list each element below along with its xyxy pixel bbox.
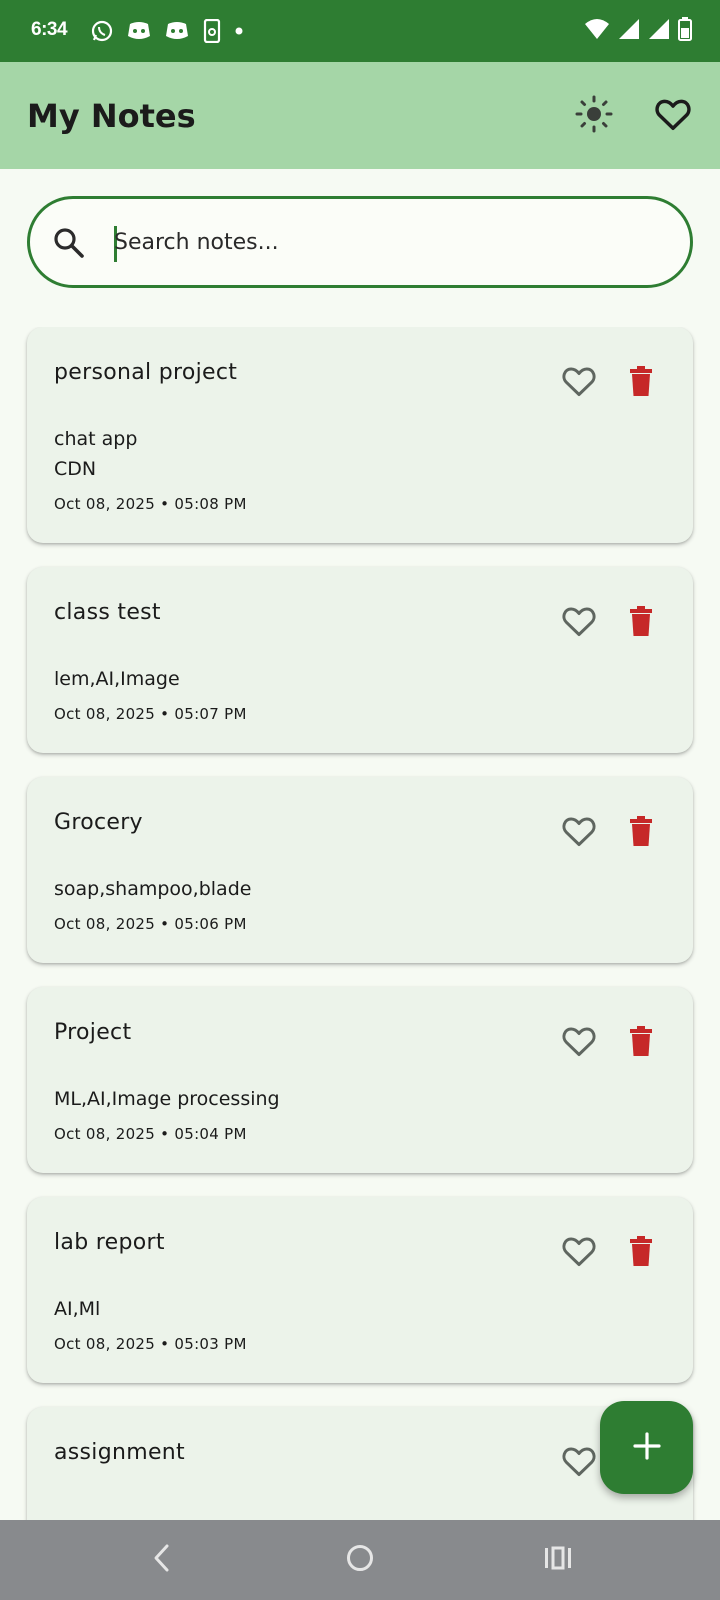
- phone-link-icon: [202, 19, 222, 43]
- note-date: Oct 08, 2025 • 05:04 PM: [54, 1125, 247, 1143]
- theme-toggle-button[interactable]: [568, 90, 620, 142]
- status-bar: 6:34: [0, 0, 720, 62]
- note-card[interactable]: Project ML,AI,Image processing Oct 08, 2…: [27, 987, 693, 1173]
- page-title: My Notes: [27, 97, 196, 135]
- note-title: class test: [54, 600, 161, 625]
- favorite-button[interactable]: [557, 1021, 601, 1065]
- note-card[interactable]: personal project chat app CDN Oct 08, 20…: [27, 327, 693, 543]
- note-body: soap,shampoo,blade: [54, 878, 252, 900]
- favorite-button[interactable]: [557, 1441, 601, 1485]
- trash-icon: [628, 815, 654, 851]
- favorite-button[interactable]: [557, 601, 601, 645]
- note-date: Oct 08, 2025 • 05:07 PM: [54, 705, 247, 723]
- recents-icon: [543, 1545, 573, 1575]
- note-card[interactable]: class test lem,AI,Image Oct 08, 2025 • 0…: [27, 567, 693, 753]
- discord-icon: [126, 20, 152, 42]
- system-navigation-bar: [0, 1520, 720, 1600]
- heart-outline-icon: [654, 96, 692, 136]
- whatsapp-icon: [90, 19, 114, 43]
- delete-button[interactable]: [619, 601, 663, 645]
- delete-button[interactable]: [619, 811, 663, 855]
- note-card[interactable]: lab report AI,Ml Oct 08, 2025 • 05:03 PM: [27, 1197, 693, 1383]
- note-body: lem,AI,Image: [54, 668, 180, 690]
- note-title: personal project: [54, 360, 238, 385]
- search-icon: [51, 225, 87, 265]
- notification-icons: [90, 19, 244, 43]
- heart-outline-icon: [561, 604, 597, 642]
- note-date: Oct 08, 2025 • 05:06 PM: [54, 915, 247, 933]
- trash-icon: [628, 605, 654, 641]
- battery-icon: [678, 17, 692, 45]
- home-button[interactable]: [338, 1540, 382, 1580]
- note-title: lab report: [54, 1230, 165, 1255]
- search-bar[interactable]: [27, 196, 693, 288]
- favorite-button[interactable]: [557, 1231, 601, 1275]
- note-date: Oct 08, 2025 • 05:03 PM: [54, 1335, 247, 1353]
- system-status-icons: [584, 17, 692, 45]
- add-note-button[interactable]: [600, 1401, 693, 1494]
- delete-button[interactable]: [619, 1021, 663, 1065]
- favorite-button[interactable]: [557, 811, 601, 855]
- heart-outline-icon: [561, 814, 597, 852]
- plus-icon: [632, 1431, 662, 1465]
- heart-outline-icon: [561, 1024, 597, 1062]
- note-title: Project: [54, 1020, 132, 1045]
- heart-outline-icon: [561, 364, 597, 402]
- app-bar: My Notes: [0, 62, 720, 169]
- trash-icon: [628, 1235, 654, 1271]
- wifi-icon: [584, 18, 610, 44]
- heart-outline-icon: [561, 1444, 597, 1482]
- status-time: 6:34: [31, 19, 68, 40]
- favorites-button[interactable]: [647, 90, 699, 142]
- signal-icon: [648, 18, 670, 44]
- discord-icon: [164, 20, 190, 42]
- note-body: ML,AI,Image processing: [54, 1088, 280, 1110]
- note-title: assignment: [54, 1440, 185, 1465]
- delete-button[interactable]: [619, 1231, 663, 1275]
- sun-icon: [574, 94, 614, 138]
- search-input[interactable]: [114, 219, 654, 265]
- note-card[interactable]: Grocery soap,shampoo,blade Oct 08, 2025 …: [27, 777, 693, 963]
- note-body: AI,Ml: [54, 1298, 101, 1320]
- dot-icon: [234, 26, 244, 36]
- back-button[interactable]: [140, 1540, 184, 1580]
- note-title: Grocery: [54, 810, 143, 835]
- delete-button[interactable]: [619, 361, 663, 405]
- home-circle-icon: [345, 1543, 375, 1577]
- back-chevron-icon: [151, 1543, 173, 1577]
- note-date: Oct 08, 2025 • 05:08 PM: [54, 495, 247, 513]
- notes-list[interactable]: personal project chat app CDN Oct 08, 20…: [0, 327, 720, 1520]
- trash-icon: [628, 1025, 654, 1061]
- trash-icon: [628, 365, 654, 401]
- note-body: chat app CDN: [54, 428, 138, 480]
- note-card[interactable]: assignment: [27, 1407, 693, 1520]
- recents-button[interactable]: [536, 1540, 580, 1580]
- signal-icon: [618, 18, 640, 44]
- favorite-button[interactable]: [557, 361, 601, 405]
- heart-outline-icon: [561, 1234, 597, 1272]
